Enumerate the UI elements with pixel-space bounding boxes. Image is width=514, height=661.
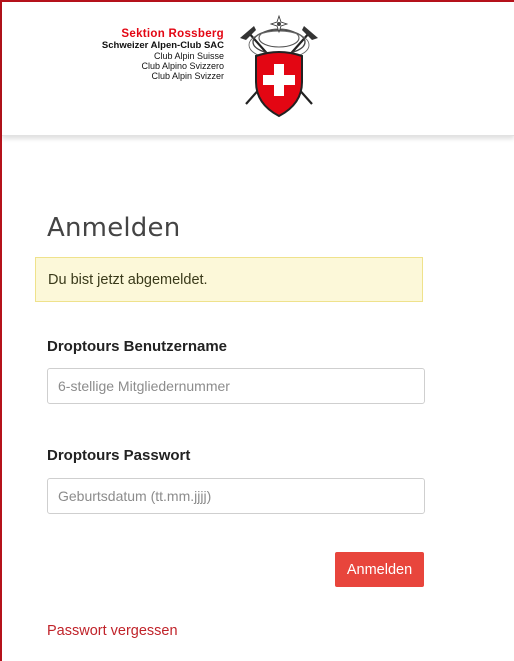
- club-logo-text: Sektion Rossberg Schweizer Alpen-Club SA…: [24, 28, 224, 81]
- username-label: Droptours Benutzername: [47, 338, 228, 355]
- forgot-password-link[interactable]: Passwort vergessen: [47, 623, 178, 639]
- page-title: Anmelden: [47, 213, 181, 244]
- alert-message: Du bist jetzt abgemeldet.: [48, 271, 208, 288]
- logout-alert: Du bist jetzt abgemeldet.: [35, 257, 423, 302]
- password-input[interactable]: [47, 478, 425, 514]
- password-label: Droptours Passwort: [47, 447, 191, 464]
- club-name-it: Club Alpino Svizzero: [141, 61, 224, 71]
- section-name: Sektion Rossberg: [121, 28, 224, 40]
- sac-emblem-icon: [240, 14, 318, 118]
- login-button[interactable]: Anmelden: [335, 552, 424, 587]
- club-name-fr: Club Alpin Suisse: [153, 51, 224, 61]
- username-input[interactable]: [47, 368, 425, 404]
- site-header: Sektion Rossberg Schweizer Alpen-Club SA…: [2, 2, 514, 136]
- club-name-rm: Club Alpin Svizzer: [151, 71, 224, 81]
- club-name-de: Schweizer Alpen-Club SAC: [101, 40, 224, 51]
